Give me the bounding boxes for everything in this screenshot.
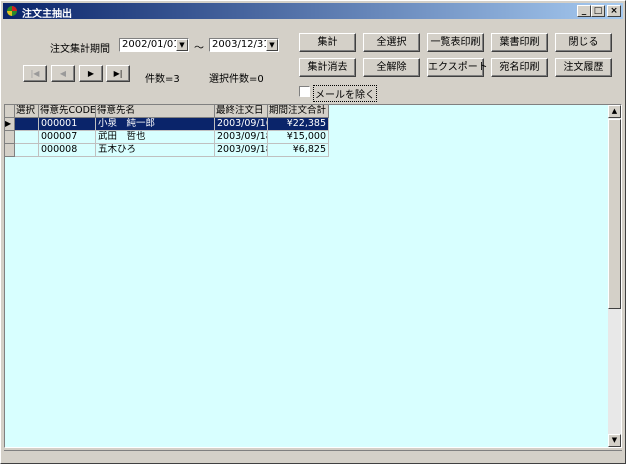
total-cell[interactable]: ¥15,000	[268, 131, 329, 144]
select-cell[interactable]	[15, 131, 39, 144]
date-to-select[interactable]: 2003/12/31 ▼	[209, 38, 279, 52]
window-title: 注文主抽出	[22, 9, 72, 20]
selected-count: 選択件数=0	[209, 74, 264, 85]
export-button[interactable]: エクスポート	[427, 58, 488, 77]
first-record-button[interactable]: |◀	[23, 65, 47, 82]
row-header-corner	[5, 105, 15, 118]
row-header[interactable]	[5, 144, 15, 157]
chevron-down-icon[interactable]: ▼	[176, 39, 188, 51]
vertical-scrollbar[interactable]: ▲ ▼	[608, 105, 621, 447]
label-print-button[interactable]: 宛名印刷	[491, 58, 548, 77]
mail-exclude-label[interactable]: メールを除く	[313, 85, 377, 102]
date-from-select[interactable]: 2002/01/01 ▼	[119, 38, 189, 52]
next-record-button[interactable]: ▶	[79, 65, 103, 82]
column-header-last-order[interactable]: 最終注文日	[215, 105, 268, 118]
list-print-button[interactable]: 一覧表印刷	[427, 33, 484, 52]
select-all-button[interactable]: 全選択	[363, 33, 420, 52]
select-cell[interactable]	[15, 118, 39, 131]
record-count: 件数=3	[145, 74, 180, 85]
scroll-thumb[interactable]	[608, 119, 621, 309]
maximize-button[interactable]: □	[591, 5, 605, 17]
main-window: 注文主抽出 _ □ × 注文集計期間 2002/01/01 ▼ ～ 2003/1…	[0, 0, 626, 464]
last-order-cell[interactable]: 2003/09/16	[215, 118, 268, 131]
total-cell[interactable]: ¥22,385	[268, 118, 329, 131]
last-order-cell[interactable]: 2003/09/18	[215, 144, 268, 157]
customer-grid[interactable]: 選択 得意先CODE 得意先名 最終注文日 期間注文合計 ▶ 000001 小泉…	[4, 104, 622, 448]
period-label: 注文集計期間	[50, 44, 110, 55]
name-cell[interactable]: 五木ひろ	[96, 144, 215, 157]
last-record-button[interactable]: ▶|	[106, 65, 130, 82]
deselect-all-button[interactable]: 全解除	[363, 58, 420, 77]
code-cell[interactable]: 000007	[39, 131, 96, 144]
code-cell[interactable]: 000008	[39, 144, 96, 157]
mail-exclude-checkbox[interactable]	[299, 86, 310, 97]
code-cell[interactable]: 000001	[39, 118, 96, 131]
minimize-button[interactable]: _	[577, 5, 591, 17]
date-separator: ～	[194, 43, 204, 54]
last-order-cell[interactable]: 2003/09/18	[215, 131, 268, 144]
column-header-total[interactable]: 期間注文合計	[268, 105, 329, 118]
column-header-select[interactable]: 選択	[15, 105, 39, 118]
current-row-indicator-icon: ▶	[5, 118, 15, 131]
title-bar[interactable]: 注文主抽出 _ □ ×	[3, 3, 623, 20]
chevron-down-icon[interactable]: ▼	[266, 39, 278, 51]
prev-record-button[interactable]: ◀	[51, 65, 75, 82]
order-history-button[interactable]: 注文履歴	[555, 58, 612, 77]
status-bar	[4, 450, 622, 461]
scroll-down-icon[interactable]: ▼	[608, 434, 621, 447]
app-icon	[7, 6, 17, 16]
date-to-value: 2003/12/31	[212, 39, 270, 50]
scroll-up-icon[interactable]: ▲	[608, 105, 621, 118]
name-cell[interactable]: 武田 哲也	[96, 131, 215, 144]
clear-aggregate-button[interactable]: 集計消去	[299, 58, 356, 77]
close-window-button[interactable]: ×	[607, 5, 621, 17]
name-cell[interactable]: 小泉 純一郎	[96, 118, 215, 131]
aggregate-button[interactable]: 集計	[299, 33, 356, 52]
column-header-code[interactable]: 得意先CODE	[39, 105, 96, 118]
select-cell[interactable]	[15, 144, 39, 157]
row-header[interactable]	[5, 131, 15, 144]
date-from-value: 2002/01/01	[122, 39, 180, 50]
column-header-name[interactable]: 得意先名	[96, 105, 215, 118]
postcard-print-button[interactable]: 葉書印刷	[491, 33, 548, 52]
total-cell[interactable]: ¥6,825	[268, 144, 329, 157]
close-button[interactable]: 閉じる	[555, 33, 612, 52]
